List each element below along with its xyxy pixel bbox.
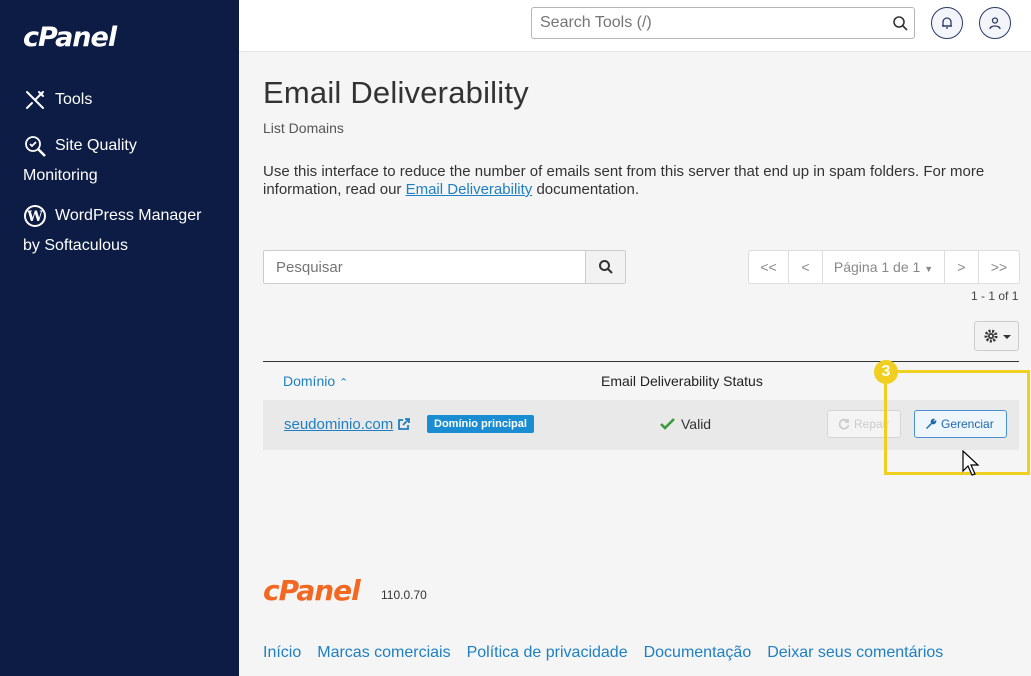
site-quality-icon: [23, 134, 47, 158]
search-tools-input[interactable]: [532, 8, 862, 38]
primary-domain-badge: Domínio principal: [427, 415, 534, 433]
gear-icon: [984, 329, 998, 343]
chevron-down-icon: ▼: [924, 264, 934, 274]
first-page-button[interactable]: <<: [749, 251, 789, 283]
mouse-cursor-icon: [962, 450, 980, 476]
sidebar-item-tools[interactable]: Tools: [23, 85, 92, 115]
footer-link-privacy[interactable]: Política de privacidade: [467, 644, 628, 662]
pagination: << < Página 1 de 1 ▼ > >>: [748, 250, 1020, 284]
next-page-button[interactable]: >: [945, 251, 979, 283]
page-subtitle: List Domains: [263, 120, 344, 136]
bell-icon: [942, 17, 952, 29]
domain-column-header[interactable]: Domínio ⌃: [283, 373, 348, 389]
settings-dropdown-button[interactable]: [974, 321, 1019, 351]
user-button[interactable]: [979, 7, 1011, 39]
footer-link-docs[interactable]: Documentação: [644, 644, 752, 662]
main-content: Email Deliverability List Domains Use th…: [239, 53, 1031, 676]
sidebar: cPanel Tools Site Quality Monitoring W W…: [0, 0, 239, 676]
sidebar-item-label: Site Quality: [55, 137, 137, 154]
filter-box: [263, 250, 626, 284]
search-icon: [599, 260, 613, 274]
sidebar-item-wordpress[interactable]: W WordPress Manager by Softaculous: [23, 201, 201, 261]
sidebar-item-site-quality[interactable]: Site Quality Monitoring: [23, 131, 137, 191]
sort-up-icon: ⌃: [339, 377, 349, 389]
svg-text:W: W: [26, 209, 43, 225]
prev-page-button[interactable]: <: [789, 251, 823, 283]
sidebar-item-label: Tools: [55, 91, 93, 108]
sidebar-item-label-cont: by Softaculous: [23, 237, 128, 254]
external-link-icon[interactable]: [397, 417, 411, 431]
page-title: Email Deliverability: [263, 75, 529, 110]
search-tools-box[interactable]: [531, 7, 915, 39]
step-highlight-box: [884, 370, 1030, 475]
footer-link-feedback[interactable]: Deixar seus comentários: [767, 644, 943, 662]
refresh-icon: [838, 418, 850, 430]
domain-link[interactable]: seudominio.com: [284, 416, 393, 433]
version-text: 110.0.70: [381, 588, 427, 602]
filter-search-button[interactable]: [585, 251, 625, 283]
status-valid: Valid: [681, 416, 712, 432]
wordpress-icon: W: [23, 204, 47, 228]
cpanel-logo[interactable]: cPanel: [23, 22, 117, 53]
result-count: 1 - 1 of 1: [971, 289, 1019, 303]
caret-down-icon: [1003, 335, 1011, 339]
filter-input[interactable]: [264, 251, 586, 283]
desc-text-end: documentation.: [532, 181, 640, 198]
page-select[interactable]: Página 1 de 1 ▼: [823, 251, 945, 283]
notifications-button[interactable]: [931, 7, 963, 39]
footer-link-home[interactable]: Início: [263, 644, 301, 662]
user-icon: [989, 17, 1001, 30]
search-icon[interactable]: [892, 15, 908, 31]
last-page-button[interactable]: >>: [979, 251, 1019, 283]
page-select-label: Página 1 de 1: [833, 259, 921, 275]
footer-links: Início Marcas comerciais Política de pri…: [263, 644, 943, 662]
check-icon: [660, 418, 675, 430]
email-deliverability-doc-link[interactable]: Email Deliverability: [406, 181, 533, 198]
status-column-header: Email Deliverability Status: [601, 373, 763, 389]
sidebar-item-label-cont: Monitoring: [23, 167, 98, 184]
domain-column-label: Domínio: [283, 373, 336, 389]
topbar: [239, 0, 1031, 52]
tools-icon: [23, 88, 47, 112]
footer-cpanel-logo: cPanel: [263, 574, 361, 607]
sidebar-item-label: WordPress Manager: [55, 207, 202, 224]
page-description: Use this interface to reduce the number …: [263, 163, 1003, 199]
footer-link-trademarks[interactable]: Marcas comerciais: [317, 644, 450, 662]
step-number-badge: 3: [874, 360, 898, 384]
